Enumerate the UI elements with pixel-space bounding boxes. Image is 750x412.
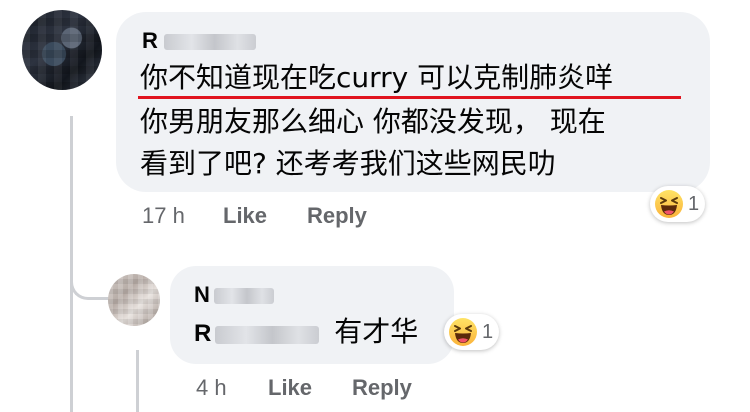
comment-timestamp[interactable]: 17 h: [142, 203, 185, 229]
author-initial: R: [142, 28, 158, 53]
reaction-count: 1: [688, 192, 700, 215]
reply-avatar[interactable]: [108, 274, 160, 326]
reply-timestamp[interactable]: 4 h: [196, 375, 227, 401]
mention-initial: R: [194, 320, 212, 347]
haha-icon: [655, 190, 683, 218]
reply-text: R 有才华: [194, 312, 418, 354]
redacted-name: [163, 34, 256, 51]
commenter-avatar[interactable]: [22, 10, 102, 90]
reply-button[interactable]: Reply: [307, 203, 367, 229]
reply-like-button[interactable]: Like: [268, 375, 312, 401]
reaction-count: 1: [482, 320, 494, 343]
thread-connector: [70, 244, 110, 300]
reply-message: 有才华: [334, 315, 419, 348]
comment-author-name[interactable]: R: [142, 28, 256, 54]
reply-thread-line: [136, 350, 139, 412]
redacted-mention: [215, 325, 320, 344]
reply-reaction-badge[interactable]: 1: [444, 314, 500, 350]
comment-text-line-2: 你男朋友那么细心 你都没发现， 现在: [140, 105, 606, 138]
comment-text-line-3: 看到了吧? 还考考我们这些网民叻: [140, 147, 556, 180]
comment-text-line-1: 你不知道现在吃curry 可以克制肺炎咩: [140, 61, 614, 94]
haha-icon: [449, 318, 477, 346]
like-button[interactable]: Like: [223, 203, 267, 229]
redacted-name: [213, 288, 274, 305]
reaction-badge[interactable]: 1: [650, 186, 706, 222]
reply-author-name[interactable]: N: [194, 282, 274, 308]
reply-reply-button[interactable]: Reply: [352, 375, 412, 401]
mention-tag[interactable]: R: [194, 320, 320, 347]
reply-author-initial: N: [194, 282, 210, 307]
red-underline-highlight: [138, 96, 681, 99]
